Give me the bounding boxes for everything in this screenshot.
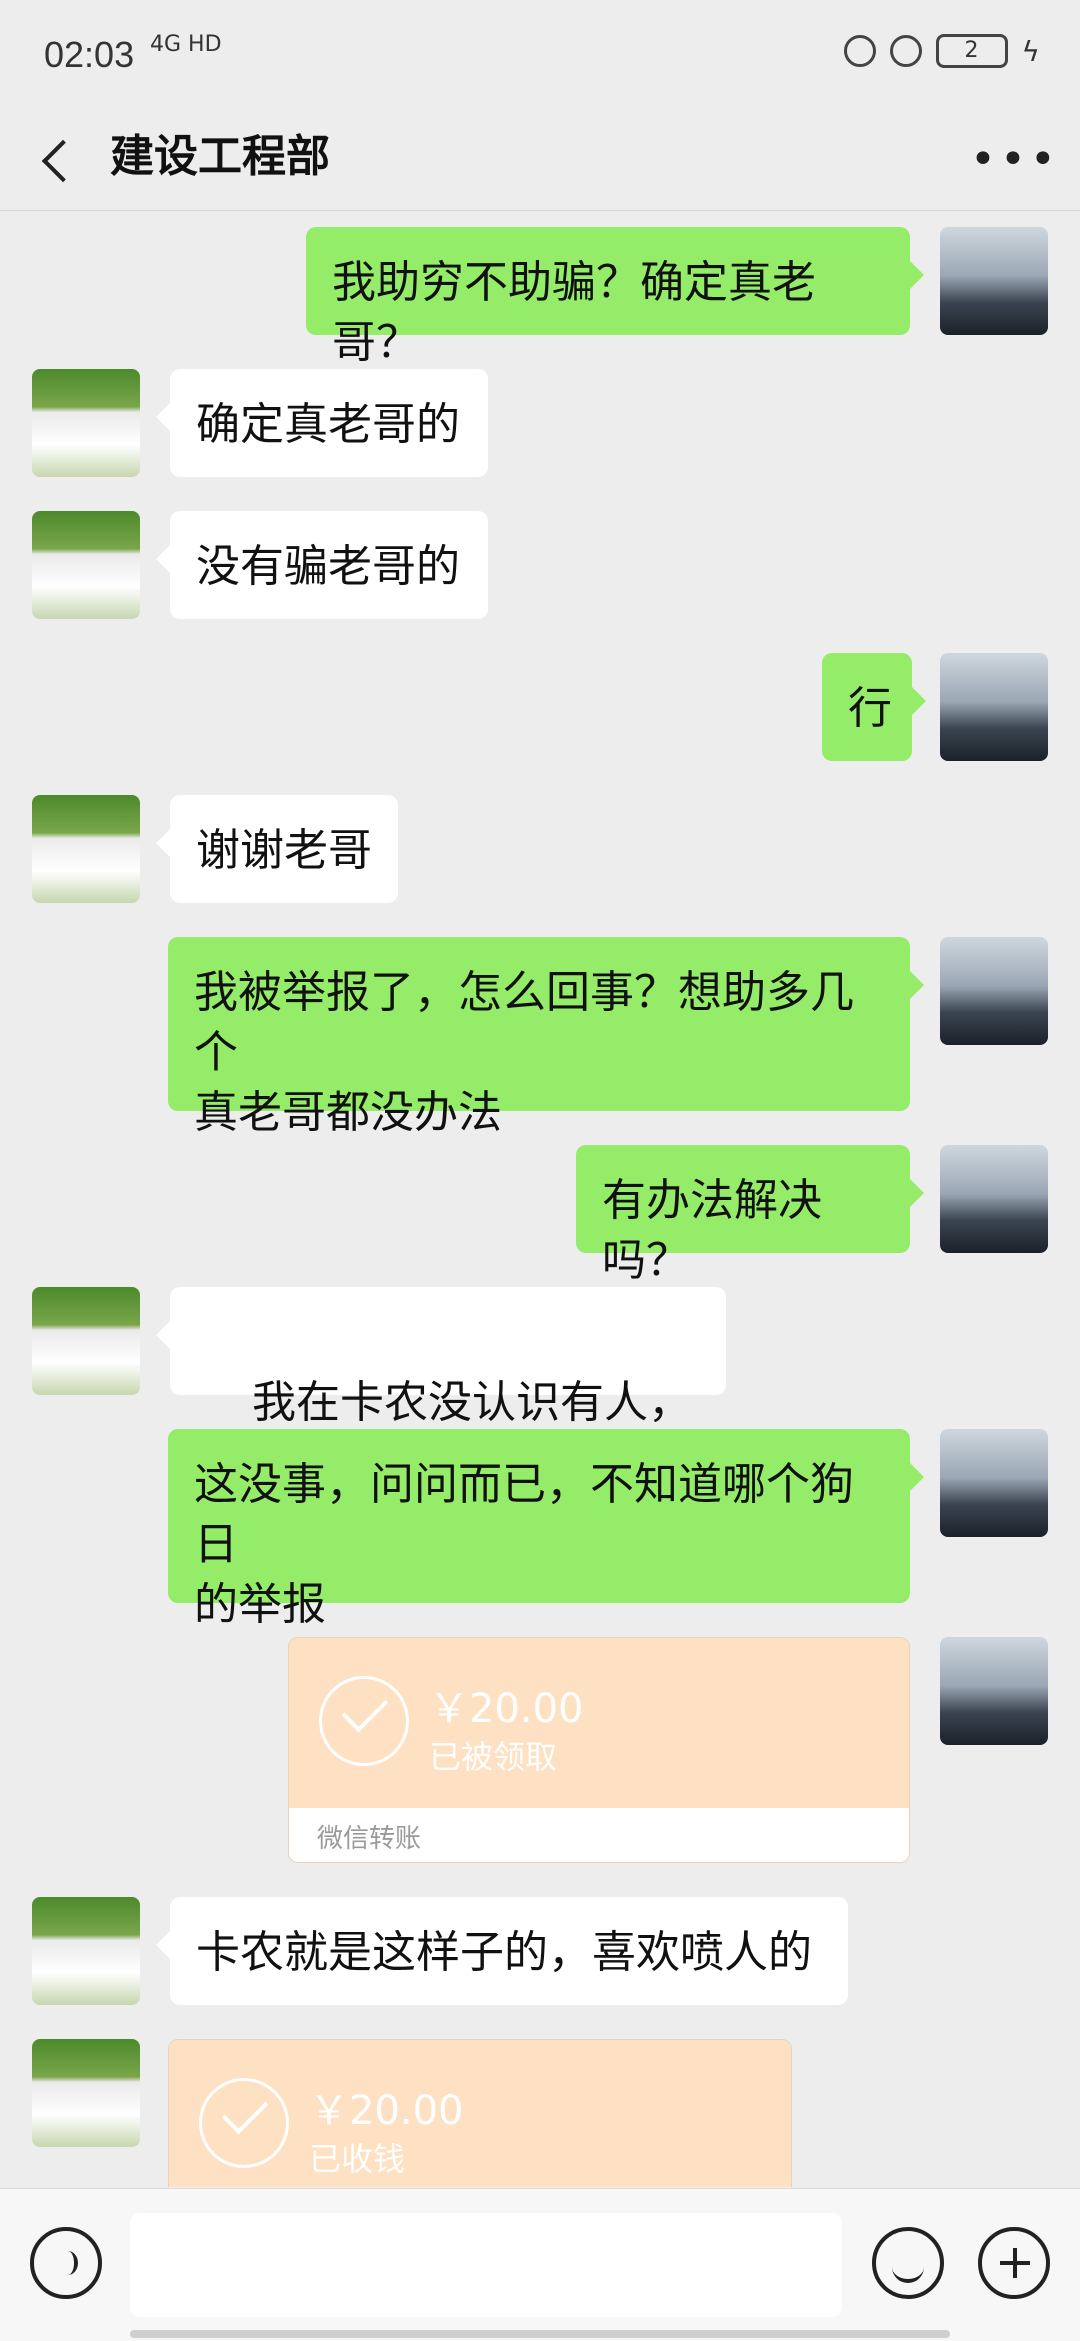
status-time: 02:03	[44, 34, 135, 75]
battery-icon: 2	[935, 34, 1008, 68]
emoji-icon[interactable]	[872, 2227, 944, 2299]
transfer-card-outgoing[interactable]: ￥20.00 已被领取 微信转账	[288, 1637, 910, 1863]
message-bubble-incoming[interactable]: 谢谢老哥	[156, 795, 398, 903]
transfer-card-footer: 微信转账	[289, 1808, 909, 1862]
chat-title: 建设工程部	[110, 131, 330, 182]
contact-avatar[interactable]	[32, 2039, 140, 2147]
status-bar: 02:03 4G HD 2 ϟ	[0, 0, 1080, 110]
transfer-card-body: ￥20.00 已收钱	[169, 2040, 791, 2187]
message-bubble-incoming[interactable]: 我在卡农没认识有人，	[156, 1287, 726, 1490]
check-circle-icon	[319, 1676, 409, 1766]
transfer-card-incoming[interactable]: ￥20.00 已收钱	[168, 2039, 792, 2187]
transfer-amount: ￥20.00	[429, 1686, 584, 1732]
plus-icon[interactable]	[978, 2227, 1050, 2299]
check-circle-icon	[199, 2078, 289, 2168]
transfer-label: 微信转账	[317, 1824, 422, 1854]
charging-icon: ϟ	[1021, 34, 1040, 68]
message-bubble-outgoing[interactable]: 我助穷不助骗？确定真老哥？	[306, 227, 924, 368]
message-list[interactable]: 我助穷不助骗？确定真老哥？ 确定真老哥的 没有骗老哥的 行 谢谢老哥 我被举报了…	[0, 211, 1080, 2187]
message-bubble-outgoing[interactable]: 行	[822, 653, 926, 761]
transfer-status: 已被领取	[429, 1738, 558, 1776]
alarm-icon	[889, 35, 922, 67]
transfer-amount: ￥20.00	[309, 2088, 464, 2134]
network-indicator: 4G HD	[150, 32, 222, 57]
my-avatar[interactable]	[940, 653, 1048, 761]
my-avatar[interactable]	[940, 1429, 1048, 1537]
chat-header: 建设工程部 •••	[0, 110, 1080, 211]
my-avatar[interactable]	[940, 1637, 1048, 1745]
transfer-card-body: ￥20.00 已被领取	[289, 1638, 909, 1808]
message-input[interactable]	[130, 2213, 842, 2317]
input-toolbar	[0, 2188, 1080, 2341]
navigation-hint-bar[interactable]	[130, 2330, 950, 2338]
contact-avatar[interactable]	[32, 369, 140, 477]
my-avatar[interactable]	[940, 1145, 1048, 1253]
status-icons: 2 ϟ	[843, 34, 1040, 68]
message-bubble-outgoing[interactable]: 有办法解决吗？	[576, 1145, 924, 1286]
message-bubble-incoming[interactable]: 卡农就是这样子的，喜欢喷人的	[156, 1897, 848, 2005]
my-avatar[interactable]	[940, 227, 1048, 335]
back-arrow-icon[interactable]	[30, 120, 90, 200]
message-text: 我在卡农没认识有人，	[251, 1377, 692, 1428]
transfer-status: 已收钱	[309, 2140, 406, 2178]
message-bubble-outgoing[interactable]: 我被举报了，怎么回事？想助多几个 真老哥都没办法	[168, 937, 924, 1138]
contact-avatar[interactable]	[32, 795, 140, 903]
contact-avatar[interactable]	[32, 1897, 140, 2005]
message-bubble-incoming[interactable]: 没有骗老哥的	[156, 511, 488, 619]
voice-input-icon[interactable]	[30, 2227, 102, 2299]
my-avatar[interactable]	[940, 937, 1048, 1045]
contact-avatar[interactable]	[32, 511, 140, 619]
message-bubble-outgoing[interactable]: 这没事，问问而已，不知道哪个狗日 的举报	[168, 1429, 924, 1630]
lock-rotation-icon	[843, 35, 876, 67]
contact-avatar[interactable]	[32, 1287, 140, 1395]
message-bubble-incoming[interactable]: 确定真老哥的	[156, 369, 488, 477]
more-options-icon[interactable]: •••	[970, 120, 1056, 200]
